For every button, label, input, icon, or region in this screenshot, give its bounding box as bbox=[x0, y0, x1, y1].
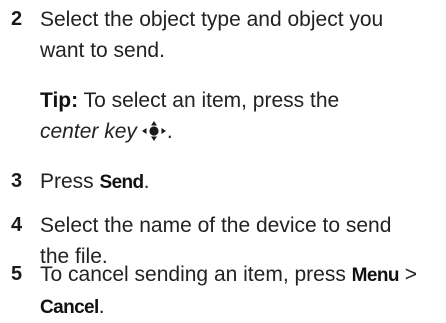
step-text: To cancel sending an item, press Menu > … bbox=[40, 259, 440, 323]
cancel-key-label: Cancel bbox=[40, 297, 99, 318]
step-text-part: . bbox=[98, 295, 105, 318]
step-text-part: > bbox=[398, 263, 417, 286]
tip-center-key-text: center key bbox=[40, 120, 137, 143]
tip-note: Tip: To select an item, press the center… bbox=[40, 85, 440, 147]
tip-line: Tip: To select an item, press the bbox=[40, 85, 440, 116]
step-text-part: . bbox=[143, 170, 150, 193]
tip-text: To select an item, press the bbox=[78, 89, 340, 112]
menu-key-label: Menu bbox=[351, 265, 400, 286]
step-text-line: Cancel. bbox=[40, 291, 440, 323]
step-text-line: Select the object type and object you bbox=[40, 8, 384, 31]
send-key-label: Send bbox=[99, 172, 145, 193]
step-number: 3 bbox=[11, 170, 23, 192]
step-text-line: Select the name of the device to send bbox=[40, 214, 392, 237]
step-number: 4 bbox=[11, 214, 23, 236]
step-text: Select the object type and object you wa… bbox=[40, 4, 440, 66]
step-text-line: want to send. bbox=[40, 39, 165, 62]
step-text-part: Press bbox=[40, 170, 100, 193]
step-text-part: To cancel sending an item, press bbox=[40, 263, 352, 286]
tip-label: Tip: bbox=[40, 89, 79, 112]
step-text: Press Send. bbox=[40, 166, 440, 198]
instruction-page: 2 Select the object type and object you … bbox=[0, 0, 446, 321]
center-nav-key-icon bbox=[141, 120, 167, 142]
step-number: 5 bbox=[11, 263, 23, 285]
step-number: 2 bbox=[11, 8, 23, 30]
step-text-line: To cancel sending an item, press Menu > bbox=[40, 259, 440, 291]
tip-end-punctuation: . bbox=[166, 120, 173, 143]
tip-line: center key . bbox=[40, 116, 440, 147]
